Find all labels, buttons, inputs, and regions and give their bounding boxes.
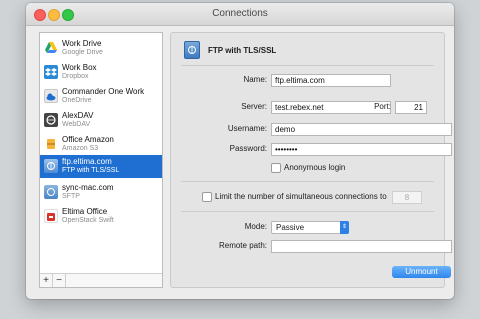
sidebar-item-work-drive[interactable]: Work Drive Google Drive — [40, 37, 162, 60]
dropbox-icon — [44, 65, 58, 79]
openstack-icon — [44, 209, 58, 223]
remote-path-label: Remote path: — [218, 241, 267, 250]
connections-list: Work Drive Google Drive Work Box Dropbox… — [39, 32, 163, 288]
google-drive-icon — [44, 41, 58, 55]
remote-path-field[interactable] — [271, 240, 452, 253]
sidebar-item-label: sync-mac.com — [62, 183, 114, 192]
sidebar-item-eltima-office[interactable]: Eltima Office OpenStack Swift — [40, 205, 162, 228]
connection-details-panel: FTP with TLS/SSL Name: ftp.eltima.com Se… — [170, 32, 452, 288]
anonymous-login-checkbox[interactable] — [271, 163, 281, 173]
webdav-icon — [44, 113, 58, 127]
title-bar: Connections — [26, 3, 454, 26]
divider — [181, 65, 434, 66]
sidebar-item-label: ftp.eltima.com — [62, 157, 112, 166]
sidebar-item-office-amazon[interactable]: Office Amazon Amazon S3 — [40, 133, 162, 156]
unmount-button[interactable]: Unmount — [392, 266, 451, 278]
mode-select[interactable]: Passive ⇕ — [271, 221, 349, 234]
username-field[interactable]: demo — [271, 123, 452, 136]
limit-connections-label: Limit the number of simultaneous connect… — [215, 192, 387, 201]
mode-label: Mode: — [244, 222, 267, 231]
sidebar-footer: + − — [40, 273, 162, 287]
sidebar-item-ftp-eltima[interactable]: ftp.eltima.com FTP with TLS/SSL — [40, 155, 162, 178]
add-connection-button[interactable]: + — [40, 274, 53, 287]
ftp-icon — [184, 41, 200, 59]
name-label: Name: — [243, 75, 267, 84]
sidebar-item-type: WebDAV — [62, 121, 91, 128]
sidebar-item-type: OpenStack Swift — [62, 217, 114, 224]
sidebar-item-label: Eltima Office — [62, 207, 108, 216]
remove-connection-button[interactable]: − — [53, 274, 66, 287]
onedrive-icon — [44, 89, 58, 103]
port-field[interactable]: 21 — [395, 101, 427, 114]
sidebar-item-label: Commander One Work — [62, 87, 145, 96]
divider — [181, 181, 434, 182]
window-title: Connections — [212, 8, 268, 19]
anonymous-login-label: Anonymous login — [284, 163, 346, 172]
port-label: Port: — [374, 102, 391, 111]
sidebar-item-type: FTP with TLS/SSL — [62, 167, 120, 174]
sidebar-item-type: Dropbox — [62, 73, 89, 80]
chevron-updown-icon: ⇕ — [340, 221, 349, 234]
ftp-icon — [44, 159, 58, 173]
sidebar-item-work-box[interactable]: Work Box Dropbox — [40, 61, 162, 84]
sidebar-item-sync-mac[interactable]: sync-mac.com SFTP — [40, 181, 162, 204]
sidebar-item-label: Office Amazon — [62, 135, 114, 144]
server-field[interactable]: test.rebex.net — [271, 101, 391, 114]
sidebar-item-commander-one-work[interactable]: Commander One Work OneDrive — [40, 85, 162, 108]
sftp-icon — [44, 185, 58, 199]
name-field[interactable]: ftp.eltima.com — [271, 74, 391, 87]
panel-title: FTP with TLS/SSL — [208, 46, 277, 55]
sidebar-item-label: AlexDAV — [62, 111, 94, 120]
mode-select-value: Passive — [276, 223, 305, 232]
sidebar-item-alexdav[interactable]: AlexDAV WebDAV — [40, 109, 162, 132]
sidebar-item-label: Work Box — [62, 63, 97, 72]
amazon-s3-icon — [44, 137, 58, 151]
sidebar-item-type: OneDrive — [62, 97, 92, 104]
username-label: Username: — [227, 124, 267, 133]
sidebar-item-type: Amazon S3 — [62, 145, 99, 152]
password-field[interactable]: •••••••• — [271, 143, 452, 156]
sidebar-item-label: Work Drive — [62, 39, 102, 48]
limit-connections-field[interactable]: 8 — [392, 191, 422, 204]
server-label: Server: — [241, 102, 267, 111]
divider — [181, 211, 434, 212]
password-label: Password: — [229, 144, 267, 153]
sidebar-item-type: SFTP — [62, 193, 80, 200]
connections-window: Connections Work Drive Google Drive Work… — [26, 3, 454, 299]
sidebar-item-type: Google Drive — [62, 49, 103, 56]
limit-connections-checkbox[interactable] — [202, 192, 212, 202]
